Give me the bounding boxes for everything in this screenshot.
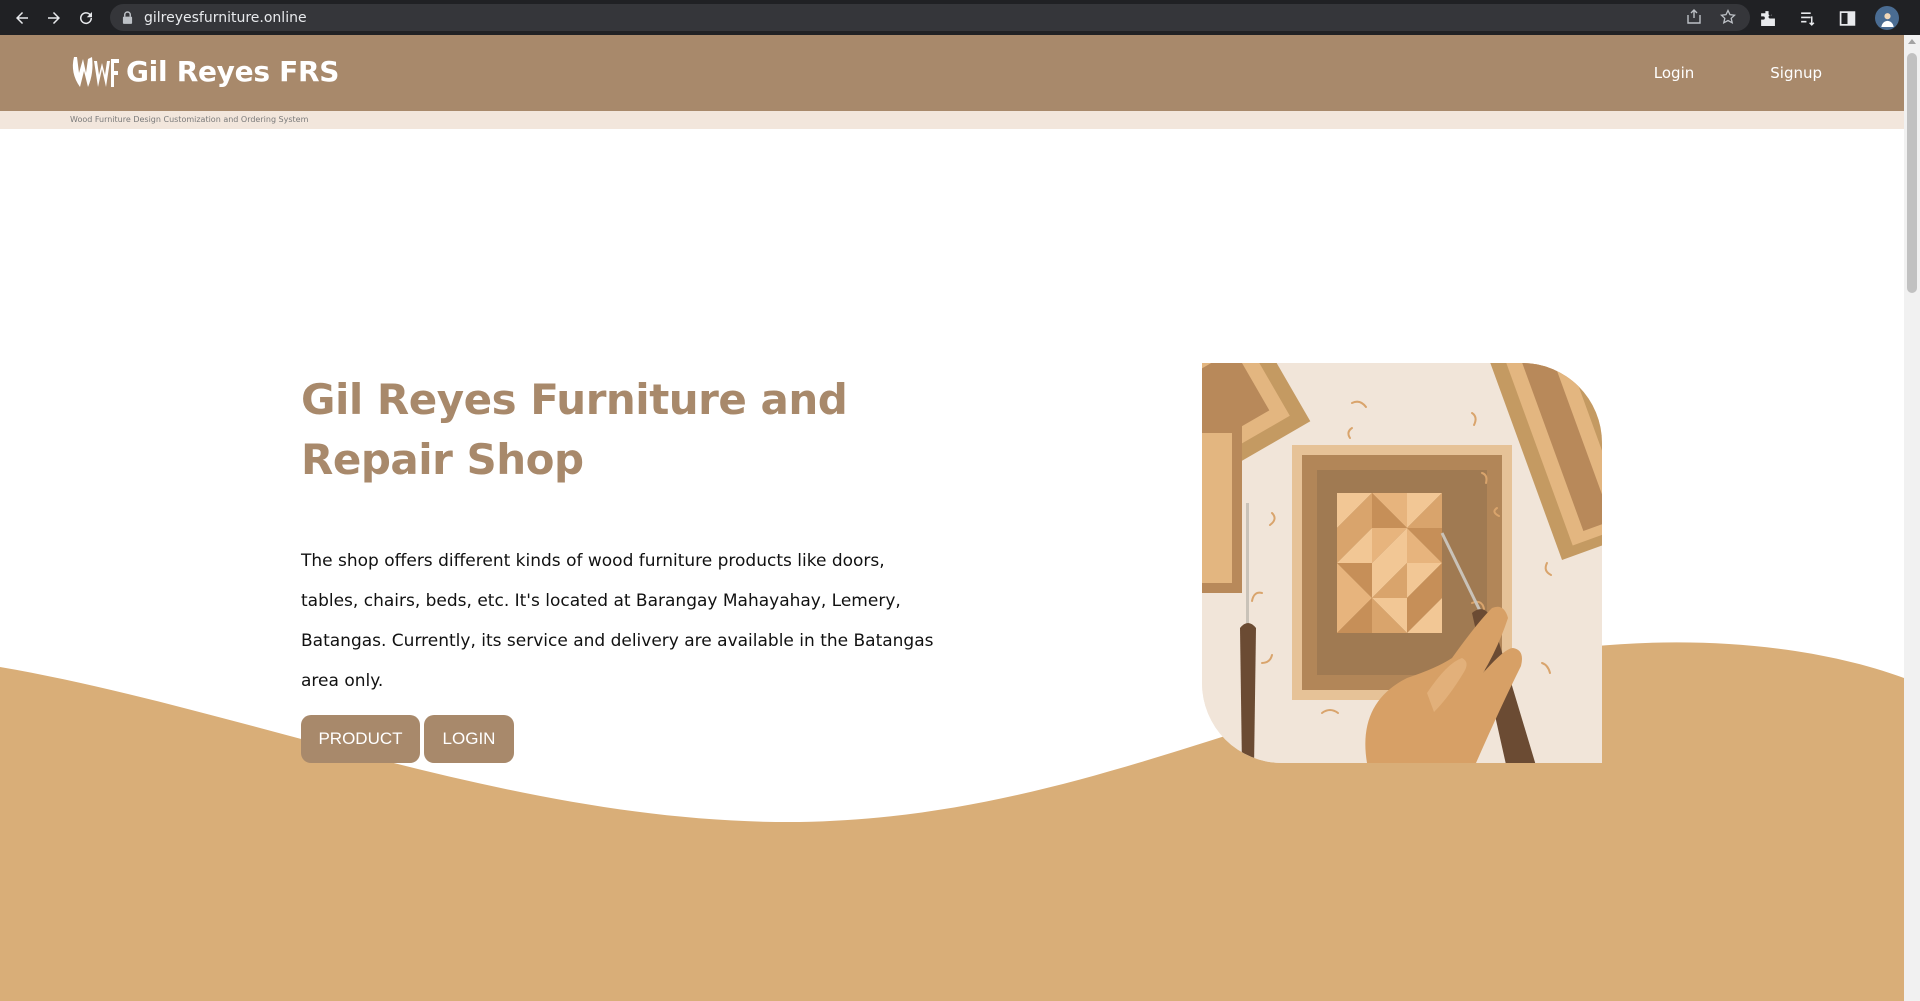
tagline-bar: Wood Furniture Design Customization and … (0, 111, 1904, 129)
back-icon[interactable] (10, 6, 34, 30)
reading-list-icon[interactable] (1795, 6, 1819, 30)
scroll-thumb[interactable] (1907, 53, 1917, 293)
reload-icon[interactable] (74, 6, 98, 30)
url-text[interactable]: gilreyesfurniture.online (144, 10, 307, 26)
site-logo[interactable]: Gil Reyes FRS (70, 49, 339, 93)
extensions-icon[interactable] (1755, 6, 1779, 30)
site-header: Gil Reyes FRS Login Signup (0, 35, 1904, 111)
page-scrollbar[interactable] (1904, 35, 1920, 1001)
profile-avatar[interactable] (1875, 6, 1899, 30)
lock-icon[interactable] (122, 11, 134, 25)
scroll-up-arrow-icon[interactable] (1908, 39, 1916, 44)
hero-description: The shop offers different kinds of wood … (301, 551, 934, 691)
tagline-text: Wood Furniture Design Customization and … (70, 115, 309, 124)
hero-title: Gil Reyes Furniture and Repair Shop (301, 375, 848, 484)
forward-icon[interactable] (42, 6, 66, 30)
brand-name[interactable]: Gil Reyes FRS (126, 55, 339, 88)
star-icon[interactable] (1719, 8, 1737, 30)
share-icon[interactable] (1686, 9, 1702, 30)
product-button[interactable]: PRODUCT (301, 715, 420, 763)
header-nav: Login Signup (1654, 35, 1904, 111)
woodcarving-illustration (1202, 363, 1602, 763)
nav-login-link[interactable]: Login (1654, 64, 1694, 82)
wave-background (0, 642, 1904, 1001)
nav-signup-link[interactable]: Signup (1770, 64, 1822, 82)
side-panel-icon[interactable] (1835, 6, 1859, 30)
browser-toolbar: gilreyesfurniture.online (0, 0, 1920, 35)
logo-mark-icon (72, 57, 119, 87)
login-button[interactable]: LOGIN (424, 715, 514, 763)
menu-icon[interactable] (1915, 6, 1920, 30)
address-bar[interactable]: gilreyesfurniture.online (110, 4, 1750, 31)
